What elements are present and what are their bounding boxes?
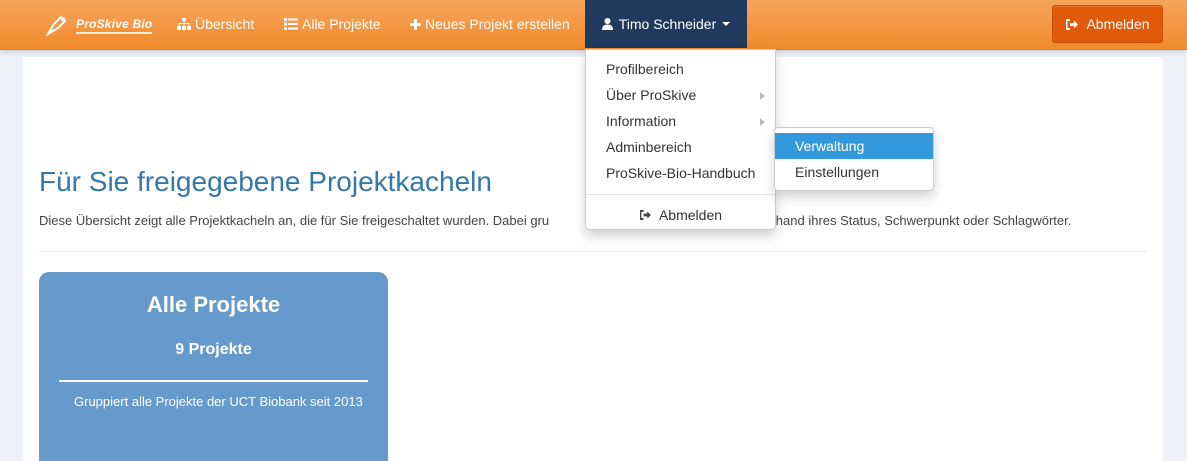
page-description: Diese Übersicht zeigt alle Projektkachel… [39, 213, 1071, 228]
content-divider [39, 251, 1147, 252]
logout-label: Abmelden [1086, 16, 1150, 32]
menu-item-label: Adminbereich [606, 139, 692, 155]
page-description-right: ekte anhand ihres Status, Schwerpunkt od… [733, 213, 1072, 228]
page-description-left: Diese Übersicht zeigt alle Projektkachel… [39, 213, 550, 228]
user-menu-toggle[interactable]: Timo Schneider [585, 0, 747, 48]
tile-project-count: 9 Projekte [175, 341, 252, 358]
menu-item-abmelden[interactable]: Abmelden [586, 202, 775, 228]
tile-title: Alle Projekte [146, 292, 281, 317]
brand-name: ProSkive Bio [76, 17, 153, 34]
sitemap-icon [177, 18, 191, 30]
menu-item-profilbereich[interactable]: Profilbereich [586, 56, 775, 82]
brand-logo[interactable]: ProSkive Bio [44, 11, 153, 39]
submenu-arrow-icon [760, 92, 765, 100]
list-icon [284, 18, 298, 30]
menu-item-label: Abmelden [658, 207, 723, 223]
sign-out-icon [639, 210, 651, 220]
tile-divider [59, 380, 368, 382]
nav-uebersicht[interactable]: Übersicht [177, 0, 254, 48]
plus-icon [410, 18, 421, 30]
nav-neues-projekt-label: Neues Projekt erstellen [425, 16, 570, 32]
page-title: Für Sie freigegebene Projektkacheln [39, 166, 492, 197]
submenu-item-einstellungen[interactable]: Einstellungen [775, 159, 933, 185]
logout-button[interactable]: Abmelden [1052, 5, 1163, 43]
menu-item-label: Über ProSkive [606, 87, 697, 103]
menu-item-information[interactable]: Information [586, 108, 775, 134]
menu-item-handbuch[interactable]: ProSkive-Bio-Handbuch [586, 160, 775, 186]
project-tile[interactable]: Alle Projekte 9 Projekte Gruppiert alle … [39, 272, 388, 461]
menu-divider [586, 194, 775, 195]
nav-alle-projekte[interactable]: Alle Projekte [284, 0, 381, 48]
submenu-item-label: Einstellungen [795, 164, 880, 180]
user-name: Timo Schneider [618, 16, 717, 32]
caret-down-icon [722, 22, 731, 26]
sign-out-icon [1066, 18, 1079, 30]
admin-submenu: Verwaltung Einstellungen [774, 127, 934, 191]
top-navbar: ProSkive Bio Übersicht Alle Projekte Neu… [0, 0, 1187, 50]
menu-item-label: Information [606, 113, 677, 129]
menu-item-ueber-proskive[interactable]: Über ProSkive [586, 82, 775, 108]
menu-item-adminbereich[interactable]: Adminbereich [586, 134, 775, 160]
user-icon [601, 18, 613, 30]
submenu-arrow-icon [760, 118, 765, 126]
submenu-item-verwaltung[interactable]: Verwaltung [775, 133, 933, 159]
nav-neues-projekt[interactable]: Neues Projekt erstellen [410, 0, 570, 48]
nav-uebersicht-label: Übersicht [195, 16, 255, 32]
nav-alle-projekte-label: Alle Projekte [302, 16, 381, 32]
menu-item-label: Profilbereich [606, 61, 684, 77]
user-dropdown-menu: Profilbereich Über ProSkive Information … [585, 49, 776, 230]
tile-description: Gruppiert alle Projekte der UCT Biobank … [74, 394, 363, 409]
menu-item-label: ProSkive-Bio-Handbuch [606, 165, 756, 181]
submenu-item-label: Verwaltung [795, 138, 865, 154]
pen-nib-logo-icon [45, 15, 67, 37]
